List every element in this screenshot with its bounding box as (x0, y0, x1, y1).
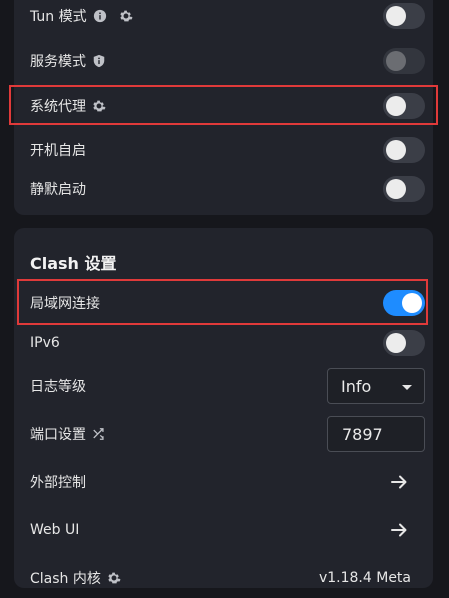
port-label-group: 端口设置 (30, 424, 106, 444)
system-proxy-row: 系统代理 (14, 86, 433, 126)
service-mode-label: 服务模式 (30, 54, 86, 70)
gear-icon[interactable] (119, 9, 133, 23)
clash-core-label-group: Clash 内核 (30, 568, 121, 588)
auto-launch-toggle[interactable] (383, 137, 425, 163)
shuffle-icon[interactable] (92, 427, 106, 441)
toggle-knob (386, 51, 406, 71)
system-proxy-toggle[interactable] (383, 93, 425, 119)
log-level-value: Info (341, 376, 372, 396)
system-proxy-label-group: 系统代理 (30, 96, 106, 116)
auto-launch-row: 开机自启 (14, 130, 433, 170)
lan-toggle[interactable] (383, 290, 425, 316)
arrow-right-icon[interactable] (389, 472, 409, 492)
ipv6-row: IPv6 (14, 323, 433, 363)
gear-icon[interactable] (92, 99, 106, 113)
auto-launch-label: 开机自启 (30, 143, 86, 159)
toggle-knob (386, 6, 406, 26)
port-label: 端口设置 (30, 427, 86, 443)
service-mode-label-group: 服务模式 (30, 51, 106, 71)
tun-mode-row: Tun 模式 (14, 0, 433, 36)
toggle-knob (386, 179, 406, 199)
shield-icon[interactable] (92, 54, 106, 68)
clash-core-row: Clash 内核 v1.18.4 Meta (14, 558, 433, 598)
ipv6-toggle[interactable] (383, 330, 425, 356)
web-ui-row[interactable]: Web UI (14, 510, 433, 550)
clash-core-label: Clash 内核 (30, 571, 101, 587)
external-control-label: 外部控制 (30, 475, 86, 491)
port-row: 端口设置 7897 (14, 414, 433, 454)
tun-mode-label: Tun 模式 (30, 9, 87, 25)
external-control-row[interactable]: 外部控制 (14, 462, 433, 502)
info-icon[interactable] (93, 9, 107, 23)
port-input[interactable]: 7897 (327, 416, 425, 452)
port-value: 7897 (342, 424, 383, 444)
log-level-label: 日志等级 (30, 379, 86, 395)
system-proxy-label: 系统代理 (30, 99, 86, 115)
log-level-row: 日志等级 Info (14, 366, 433, 406)
service-mode-row: 服务模式 (14, 41, 433, 81)
gear-icon[interactable] (107, 571, 121, 585)
lan-label: 局域网连接 (30, 296, 100, 312)
silent-start-label: 静默启动 (30, 182, 86, 198)
service-mode-toggle[interactable] (383, 48, 425, 74)
silent-start-row: 静默启动 (14, 169, 433, 209)
arrow-right-icon[interactable] (389, 520, 409, 540)
toggle-knob (386, 333, 406, 353)
toggle-knob (402, 293, 422, 313)
toggle-knob (386, 96, 406, 116)
web-ui-label: Web UI (30, 522, 80, 538)
lan-row: 局域网连接 (14, 283, 433, 323)
tun-mode-label-group: Tun 模式 (30, 6, 133, 26)
clash-core-version: v1.18.4 Meta (318, 570, 411, 586)
ipv6-label: IPv6 (30, 335, 60, 351)
chevron-down-icon (402, 385, 412, 390)
silent-start-toggle[interactable] (383, 176, 425, 202)
toggle-knob (386, 140, 406, 160)
tun-mode-toggle[interactable] (383, 3, 425, 29)
clash-settings-title: Clash 设置 (30, 254, 117, 273)
log-level-select[interactable]: Info (327, 368, 425, 404)
